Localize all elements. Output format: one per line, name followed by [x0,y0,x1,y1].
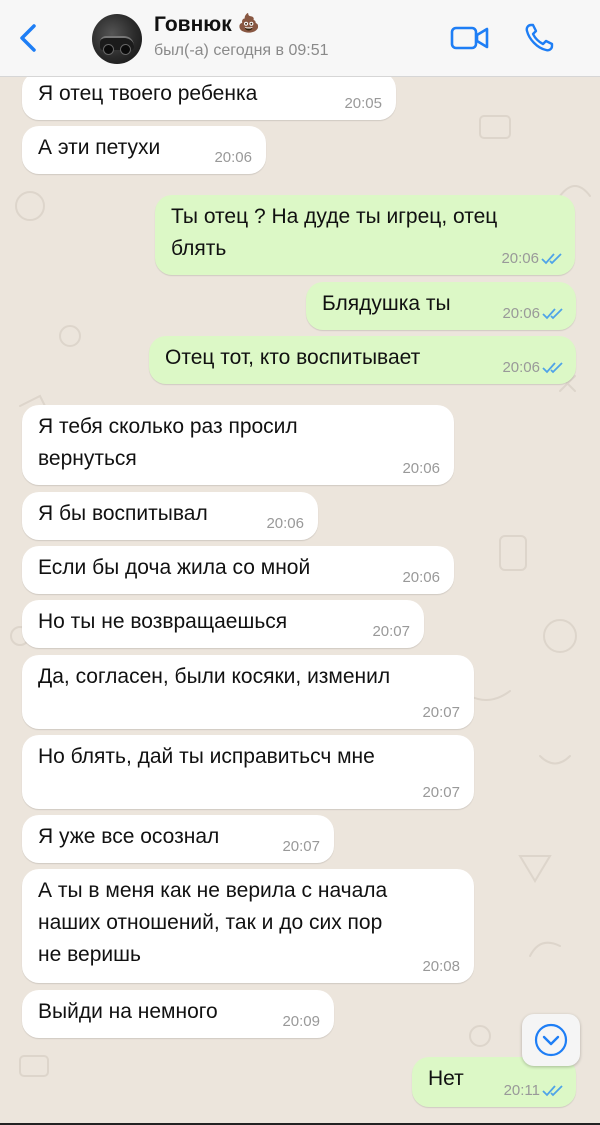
video-call-icon[interactable] [450,24,490,52]
message-bubble-incoming[interactable]: Я бы воспитывал 20:06 [22,492,318,540]
message-text: Если бы доча жила со мной [38,556,311,579]
message-text: Да, согласен, были косяки, изменил [38,665,391,688]
read-ticks-icon [542,308,563,320]
message-text: Выйди на немного [38,1000,218,1023]
message-bubble-outgoing[interactable]: Ты отец ? На дуде ты игрец, отец блять 2… [155,195,575,275]
message-time: 20:07 [372,623,410,640]
message-bubble-incoming[interactable]: Я тебя сколько раз просил вернуться 20:0… [22,405,454,485]
message-text: Блядушка ты [322,292,451,315]
message-bubble-incoming[interactable]: А эти петухи 20:06 [22,126,266,174]
message-text: Но ты не возвращаешься [38,610,288,633]
message-bubble-outgoing[interactable]: Блядушка ты 20:06 [306,282,576,330]
contact-name[interactable]: Говнюк 💩 [154,13,260,37]
message-text: Я отец твоего ребенка [38,82,258,105]
phone-call-icon[interactable] [523,22,555,54]
read-ticks-icon [542,362,563,374]
last-seen-status: был(-а) сегодня в 09:51 [154,42,329,59]
message-bubble-incoming[interactable]: Я отец твоего ребенка 20:05 [22,72,396,120]
read-ticks-icon [542,1085,563,1097]
message-time: 20:06 [502,305,540,322]
message-text: Я тебя сколько раз просил вернуться [38,415,298,470]
message-text: Я уже все осознал [38,825,220,848]
avatar[interactable] [92,14,142,64]
message-text: Отец тот, кто воспитывает [165,346,421,369]
message-bubble-incoming[interactable]: Но ты не возвращаешься 20:07 [22,600,424,648]
read-ticks-icon [541,253,562,265]
message-time: 20:06 [402,569,440,586]
message-time: 20:06 [266,515,304,532]
message-text: Нет [428,1067,464,1090]
back-arrow-icon[interactable] [14,20,44,56]
message-time: 20:11 [503,1082,540,1099]
contact-name-text: Говнюк [154,13,232,36]
poop-emoji-icon: 💩 [237,13,261,33]
message-time: 20:07 [282,838,320,855]
chat-header: Говнюк 💩 был(-а) сегодня в 09:51 [0,0,600,77]
message-text: Но блять, дай ты исправитьсч мне [38,745,375,768]
message-bubble-incoming[interactable]: Если бы доча жила со мной 20:06 [22,546,454,594]
car-icon [100,36,134,55]
message-time: 20:07 [422,704,460,721]
message-bubble-incoming[interactable]: Выйди на немного 20:09 [22,990,334,1038]
message-time: 20:07 [422,784,460,801]
message-time: 20:08 [422,958,460,975]
message-text: Я бы воспитывал [38,502,208,525]
message-text: А ты в меня как не верила с начала наших… [38,879,388,966]
scroll-to-bottom-button[interactable] [522,1014,580,1066]
message-time: 20:05 [344,95,382,112]
message-bubble-incoming[interactable]: Но блять, дай ты исправитьсч мне 20:07 [22,735,474,809]
message-bubble-incoming[interactable]: Да, согласен, были косяки, изменил 20:07 [22,655,474,729]
message-time: 20:06 [501,250,539,267]
message-time: 20:06 [214,149,252,166]
message-time: 20:09 [282,1013,320,1030]
message-text: А эти петухи [38,136,161,159]
message-bubble-incoming[interactable]: А ты в меня как не верила с начала наших… [22,869,474,983]
message-text: Ты отец ? На дуде ты игрец, отец блять [171,205,498,260]
chevron-down-icon [534,1023,568,1057]
message-time: 20:06 [502,359,540,376]
message-bubble-outgoing[interactable]: Отец тот, кто воспитывает 20:06 [149,336,576,384]
message-time: 20:06 [402,460,440,477]
message-bubble-incoming[interactable]: Я уже все осознал 20:07 [22,815,334,863]
